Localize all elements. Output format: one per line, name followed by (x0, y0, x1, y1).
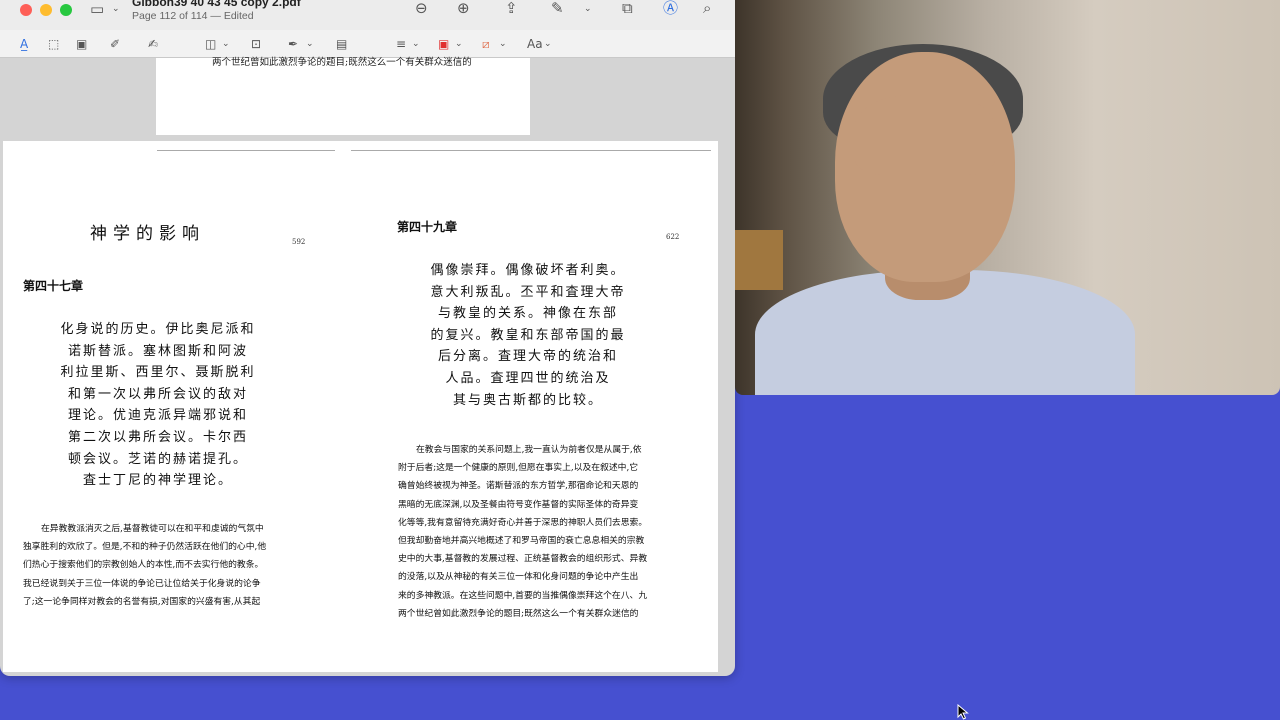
rotate-icon[interactable]: ⧉ (622, 0, 633, 16)
body-line: 黑暗的无底深渊,以及圣餐由符号变作基督的实际圣体的奇异变 (398, 499, 639, 510)
summary-line: 査士丁尼的神学理论。 (82, 473, 233, 489)
summary-line: 诺斯替派。塞林图斯和阿波 (67, 343, 248, 359)
summary-line: 其与奥古斯都的比较。 (452, 392, 603, 408)
body-line: 的没落,以及从神秘的有关三位一体和化身问题的争论中产生出 (398, 572, 639, 583)
sign-icon[interactable]: ✒ (288, 37, 298, 51)
pencil-icon[interactable]: ✎ (551, 0, 564, 16)
person-forehead (855, 95, 995, 175)
page-text-line: 两个世纪曾如此激烈争论的题目;既然这么一个有关群众迷信的 (212, 57, 472, 68)
text-style-button[interactable]: Aa (527, 37, 543, 51)
summary-line: 第二次以弗所会议。卡尔西 (67, 429, 248, 445)
summary-line: 后分离。査理大帝的统治和 (437, 349, 618, 365)
chapter-summary: 化身说的历史。伊比奥尼派和 诺斯替派。塞林图斯和阿波 利拉里斯、西里尔、聂斯脱利… (43, 319, 273, 492)
summary-line: 偶像崇拜。偶像破坏者利奥。 (430, 263, 626, 278)
body-line: 两个世纪曾如此激烈争论的题目;既然这么一个有关群众迷信的 (398, 608, 639, 619)
page-number: 592 (292, 238, 306, 246)
summary-line: 意大利叛乱。丕平和査理大帝 (430, 284, 626, 300)
summary-line: 人品。査理四世的统治及 (445, 370, 611, 386)
page-rule (157, 150, 335, 151)
chevron-down-icon[interactable]: ⌄ (112, 1, 120, 17)
summary-line: 的复兴。教皇和东部帝国的最 (430, 327, 626, 343)
title-bar: ▭ ⌄ Gibbon39 40 43 45 copy 2.pdf Page 11… (0, 0, 735, 30)
chevron-down-icon[interactable]: ⌄ (499, 37, 507, 51)
body-line: 史中的大事,基督教的发展过程、正统基督教会的组织形式、异教 (398, 554, 648, 565)
document-title: Gibbon39 40 43 45 copy 2.pdf (132, 0, 301, 9)
zoom-out-icon[interactable]: ⊖ (415, 0, 428, 16)
sidebar-icon[interactable]: ▭ (90, 1, 104, 17)
text-style-label: Aa (527, 37, 543, 51)
background-doorway (735, 230, 783, 290)
shapes-icon[interactable]: ◫ (205, 37, 216, 51)
chapter-summary: 偶像崇拜。偶像破坏者利奥。 意大利叛乱。丕平和査理大帝 与教皇的关系。神像在东部… (403, 260, 653, 411)
mouse-cursor-icon (957, 704, 969, 720)
document-subtitle: Page 112 of 114 — Edited (132, 10, 254, 22)
body-paragraph: 在异教教派消灭之后,基督教徒可以在和平和虔诚的气氛中 独享胜利的欢欣了。但是,不… (23, 520, 323, 611)
chevron-down-icon[interactable]: ⌄ (544, 37, 552, 51)
markup-icon[interactable]: Ⓐ (663, 0, 678, 16)
rect-selection-icon[interactable]: ⬚ (48, 37, 59, 51)
webcam-video (735, 0, 1280, 395)
summary-line: 与教皇的关系。神像在东部 (437, 306, 618, 322)
zoom-in-icon[interactable]: ⊕ (457, 0, 470, 16)
body-line: 们热心于搜索他们的宗教创始人的本性,而不去实行他的教条。 (23, 560, 264, 571)
body-line: 独享胜利的欢欣了。但是,不和的种子仍然活跃在他们的心中,他 (23, 542, 267, 553)
close-window-button[interactable] (20, 4, 32, 16)
part-heading: 神学的影响 (90, 224, 205, 244)
chapter-title: 第四十七章 (23, 279, 84, 293)
summary-line: 利拉里斯、西里尔、聂斯脱利 (60, 365, 256, 381)
summary-line: 化身说的历史。伊比奥尼派和 (60, 322, 256, 337)
summary-line: 理论。优迪克派异端邪说和 (67, 408, 248, 424)
summary-line: 和第一次以弗所会议的敌对 (67, 386, 248, 402)
pdf-page-previous: 两个世纪曾如此激烈争论的题目;既然这么一个有关群众迷信的 (156, 57, 530, 135)
pdf-page-current: 神学的影响 592 第四十七章 化身说的历史。伊比奥尼派和 诺斯替派。塞林图斯和… (3, 141, 718, 672)
text-box-icon[interactable]: ⊡ (251, 37, 261, 51)
draw-icon[interactable]: ✍ (148, 37, 158, 51)
line-style-icon[interactable]: ≡ (396, 37, 406, 51)
text-selection-icon[interactable]: A̲ (20, 37, 28, 51)
border-color-icon[interactable]: ▣ (438, 37, 449, 51)
body-line: 在异教教派消灭之后,基督教徒可以在和平和虔诚的气氛中 (41, 524, 264, 534)
share-icon[interactable]: ⇪ (505, 0, 518, 16)
body-line: 我已经说到关于三位一体说的争论已让位给关于化身说的论争 (23, 578, 261, 589)
body-line: 附于后者;这是一个健康的原则,但愿在事实上,以及在叙述中,它 (398, 463, 639, 474)
body-line: 在教会与国家的关系问题上,我一直认为前者仅是从属于,依 (416, 445, 642, 455)
redact-icon[interactable]: ▣ (76, 37, 87, 51)
chevron-down-icon[interactable]: ⌄ (306, 37, 314, 51)
page-rule (351, 150, 711, 151)
body-line: 化等等,我有意留待充满好奇心并善于深思的神职人员们去思索。 (398, 517, 648, 528)
minimize-window-button[interactable] (40, 4, 52, 16)
search-icon[interactable]: ⌕ (703, 0, 711, 16)
body-line: 确曾始终被视为神圣。诺斯替派的东方哲学,那宿命论和天恩的 (398, 481, 639, 492)
page-number: 622 (666, 233, 680, 241)
chevron-down-icon[interactable]: ⌄ (584, 1, 592, 17)
chevron-down-icon[interactable]: ⌄ (412, 37, 420, 51)
chevron-down-icon[interactable]: ⌄ (222, 37, 230, 51)
body-line: 了;这一论争同样对教会的名誉有损,对国家的兴盛有害,从其起 (23, 596, 261, 607)
fill-color-icon[interactable]: ⧄ (482, 37, 490, 51)
chevron-down-icon[interactable]: ⌄ (455, 37, 463, 51)
body-line: 但我却勤奋地并高兴地概述了和罗马帝国的衰亡息息相关的宗教 (398, 536, 645, 547)
sketch-icon[interactable]: ✐ (110, 37, 120, 51)
preview-window: ▭ ⌄ Gibbon39 40 43 45 copy 2.pdf Page 11… (0, 0, 735, 676)
chapter-title: 第四十九章 (397, 220, 458, 234)
body-paragraph: 在教会与国家的关系问题上,我一直认为前者仅是从属于,依 附于后者;这是一个健康的… (398, 441, 713, 623)
body-line: 来的多神教派。在这些问题中,首要的当推偶像崇拜这个在八、九 (398, 590, 648, 601)
note-icon[interactable]: ▤ (336, 37, 347, 51)
summary-line: 顿会议。芝诺的赫诺提孔。 (67, 451, 248, 467)
fullscreen-window-button[interactable] (60, 4, 72, 16)
